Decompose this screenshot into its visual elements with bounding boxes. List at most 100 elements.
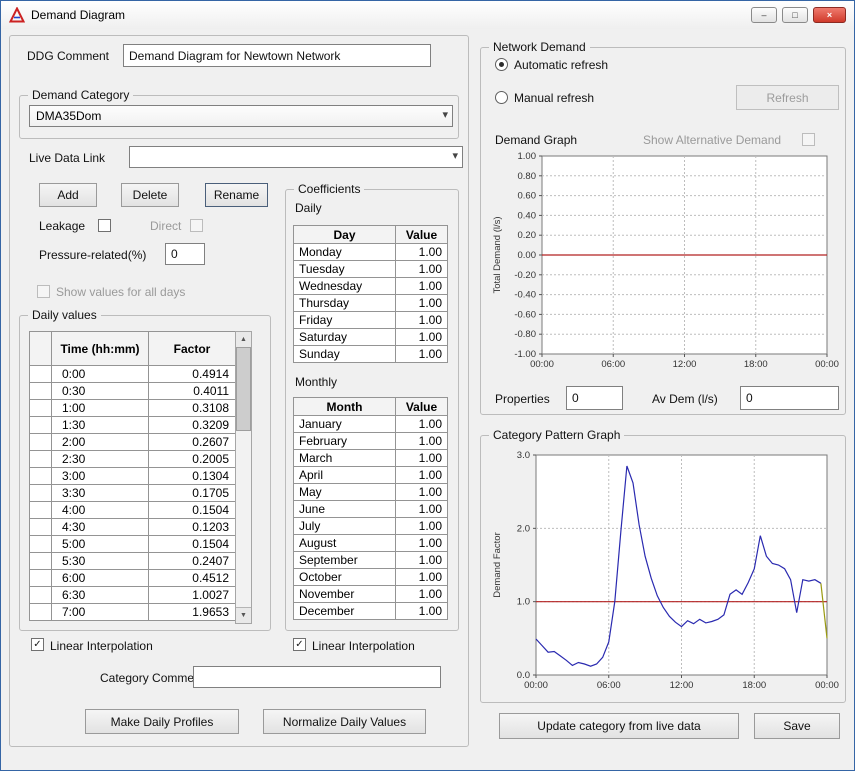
monthly-coefficient-row[interactable]: August 1.00 (293, 534, 448, 552)
day-value-cell[interactable]: 1.00 (395, 243, 448, 261)
factor-cell[interactable]: 0.2607 (148, 433, 236, 451)
factor-cell[interactable]: 0.1203 (148, 518, 236, 536)
live-data-link-combobox[interactable]: ▾ (129, 146, 463, 168)
month-cell[interactable]: June (293, 500, 396, 518)
daily-value-row[interactable]: 0:30 0.4011 (29, 382, 236, 400)
month-cell[interactable]: February (293, 432, 396, 450)
day-cell[interactable]: Saturday (293, 328, 396, 346)
daily-coefficient-row[interactable]: Friday 1.00 (293, 311, 448, 329)
factor-cell[interactable]: 0.1705 (148, 484, 236, 502)
time-cell[interactable]: 6:30 (51, 586, 149, 604)
linear-interpolation-right-checkbox[interactable]: ✓ (293, 638, 306, 651)
monthly-coefficient-row[interactable]: November 1.00 (293, 585, 448, 603)
daily-value-row[interactable]: 6:00 0.4512 (29, 569, 236, 587)
factor-cell[interactable]: 0.2407 (148, 552, 236, 570)
titlebar[interactable]: Demand Diagram – □ × (1, 1, 854, 29)
time-cell[interactable]: 2:30 (51, 450, 149, 468)
month-value-cell[interactable]: 1.00 (395, 568, 448, 586)
daily-value-row[interactable]: 7:00 1.9653 (29, 603, 236, 621)
factor-cell[interactable]: 0.1504 (148, 501, 236, 519)
automatic-refresh-radio[interactable] (495, 58, 508, 71)
daily-coefficient-row[interactable]: Thursday 1.00 (293, 294, 448, 312)
monthly-coefficient-row[interactable]: September 1.00 (293, 551, 448, 569)
factor-cell[interactable]: 0.3108 (148, 399, 236, 417)
minimize-button[interactable]: – (751, 7, 777, 23)
daily-value-row[interactable]: 3:30 0.1705 (29, 484, 236, 502)
time-cell[interactable]: 6:00 (51, 569, 149, 587)
month-cell[interactable]: July (293, 517, 396, 535)
leakage-checkbox[interactable] (98, 219, 111, 232)
properties-input[interactable] (566, 386, 623, 410)
delete-button[interactable]: Delete (121, 183, 179, 207)
daily-coefficient-row[interactable]: Sunday 1.00 (293, 345, 448, 363)
daily-value-row[interactable]: 6:30 1.0027 (29, 586, 236, 604)
time-cell[interactable]: 5:00 (51, 535, 149, 553)
add-button[interactable]: Add (39, 183, 97, 207)
factor-cell[interactable]: 1.0027 (148, 586, 236, 604)
month-value-cell[interactable]: 1.00 (395, 585, 448, 603)
make-daily-profiles-button[interactable]: Make Daily Profiles (85, 709, 239, 734)
factor-cell[interactable]: 0.4512 (148, 569, 236, 587)
daily-coefficient-row[interactable]: Wednesday 1.00 (293, 277, 448, 295)
month-cell[interactable]: March (293, 449, 396, 467)
monthly-coefficient-row[interactable]: March 1.00 (293, 449, 448, 467)
daily-values-scrollbar[interactable]: ▲ ▼ (235, 331, 252, 624)
save-button[interactable]: Save (754, 713, 840, 739)
daily-coefficient-row[interactable]: Saturday 1.00 (293, 328, 448, 346)
time-cell[interactable]: 1:30 (51, 416, 149, 434)
linear-interpolation-left-checkbox[interactable]: ✓ (31, 638, 44, 651)
month-cell[interactable]: November (293, 585, 396, 603)
daily-value-row[interactable]: 1:30 0.3209 (29, 416, 236, 434)
monthly-coefficient-row[interactable]: April 1.00 (293, 466, 448, 484)
day-cell[interactable]: Sunday (293, 345, 396, 363)
month-value-cell[interactable]: 1.00 (395, 415, 448, 433)
update-category-button[interactable]: Update category from live data (499, 713, 739, 739)
monthly-coefficient-row[interactable]: October 1.00 (293, 568, 448, 586)
pressure-related-input[interactable] (165, 243, 205, 265)
time-cell[interactable]: 7:00 (51, 603, 149, 621)
day-value-cell[interactable]: 1.00 (395, 328, 448, 346)
factor-cell[interactable]: 0.3209 (148, 416, 236, 434)
factor-cell[interactable]: 1.9653 (148, 603, 236, 621)
monthly-coefficient-row[interactable]: May 1.00 (293, 483, 448, 501)
month-cell[interactable]: October (293, 568, 396, 586)
daily-value-row[interactable]: 2:30 0.2005 (29, 450, 236, 468)
ddg-comment-input[interactable] (123, 44, 431, 67)
monthly-coefficient-row[interactable]: December 1.00 (293, 602, 448, 620)
month-cell[interactable]: September (293, 551, 396, 569)
daily-value-row[interactable]: 0:00 0.4914 (29, 365, 236, 383)
time-cell[interactable]: 0:30 (51, 382, 149, 400)
day-cell[interactable]: Wednesday (293, 277, 396, 295)
daily-coefficient-row[interactable]: Monday 1.00 (293, 243, 448, 261)
daily-value-row[interactable]: 5:30 0.2407 (29, 552, 236, 570)
month-cell[interactable]: December (293, 602, 396, 620)
month-value-cell[interactable]: 1.00 (395, 551, 448, 569)
factor-cell[interactable]: 0.2005 (148, 450, 236, 468)
factor-cell[interactable]: 0.4914 (148, 365, 236, 383)
daily-value-row[interactable]: 1:00 0.3108 (29, 399, 236, 417)
month-value-cell[interactable]: 1.00 (395, 466, 448, 484)
day-value-cell[interactable]: 1.00 (395, 345, 448, 363)
time-cell[interactable]: 4:00 (51, 501, 149, 519)
factor-cell[interactable]: 0.1504 (148, 535, 236, 553)
daily-value-row[interactable]: 3:00 0.1304 (29, 467, 236, 485)
manual-refresh-radio[interactable] (495, 91, 508, 104)
month-cell[interactable]: April (293, 466, 396, 484)
month-value-cell[interactable]: 1.00 (395, 483, 448, 501)
daily-value-row[interactable]: 4:30 0.1203 (29, 518, 236, 536)
time-cell[interactable]: 1:00 (51, 399, 149, 417)
close-button[interactable]: × (813, 7, 846, 23)
monthly-coefficient-row[interactable]: June 1.00 (293, 500, 448, 518)
demand-category-combobox[interactable]: DMA35Dom ▾ (29, 105, 453, 127)
daily-value-row[interactable]: 2:00 0.2607 (29, 433, 236, 451)
day-cell[interactable]: Friday (293, 311, 396, 329)
factor-cell[interactable]: 0.1304 (148, 467, 236, 485)
time-cell[interactable]: 0:00 (51, 365, 149, 383)
daily-value-row[interactable]: 4:00 0.1504 (29, 501, 236, 519)
time-cell[interactable]: 5:30 (51, 552, 149, 570)
month-value-cell[interactable]: 1.00 (395, 534, 448, 552)
month-value-cell[interactable]: 1.00 (395, 500, 448, 518)
category-comment-input[interactable] (193, 666, 441, 688)
month-cell[interactable]: January (293, 415, 396, 433)
month-value-cell[interactable]: 1.00 (395, 432, 448, 450)
